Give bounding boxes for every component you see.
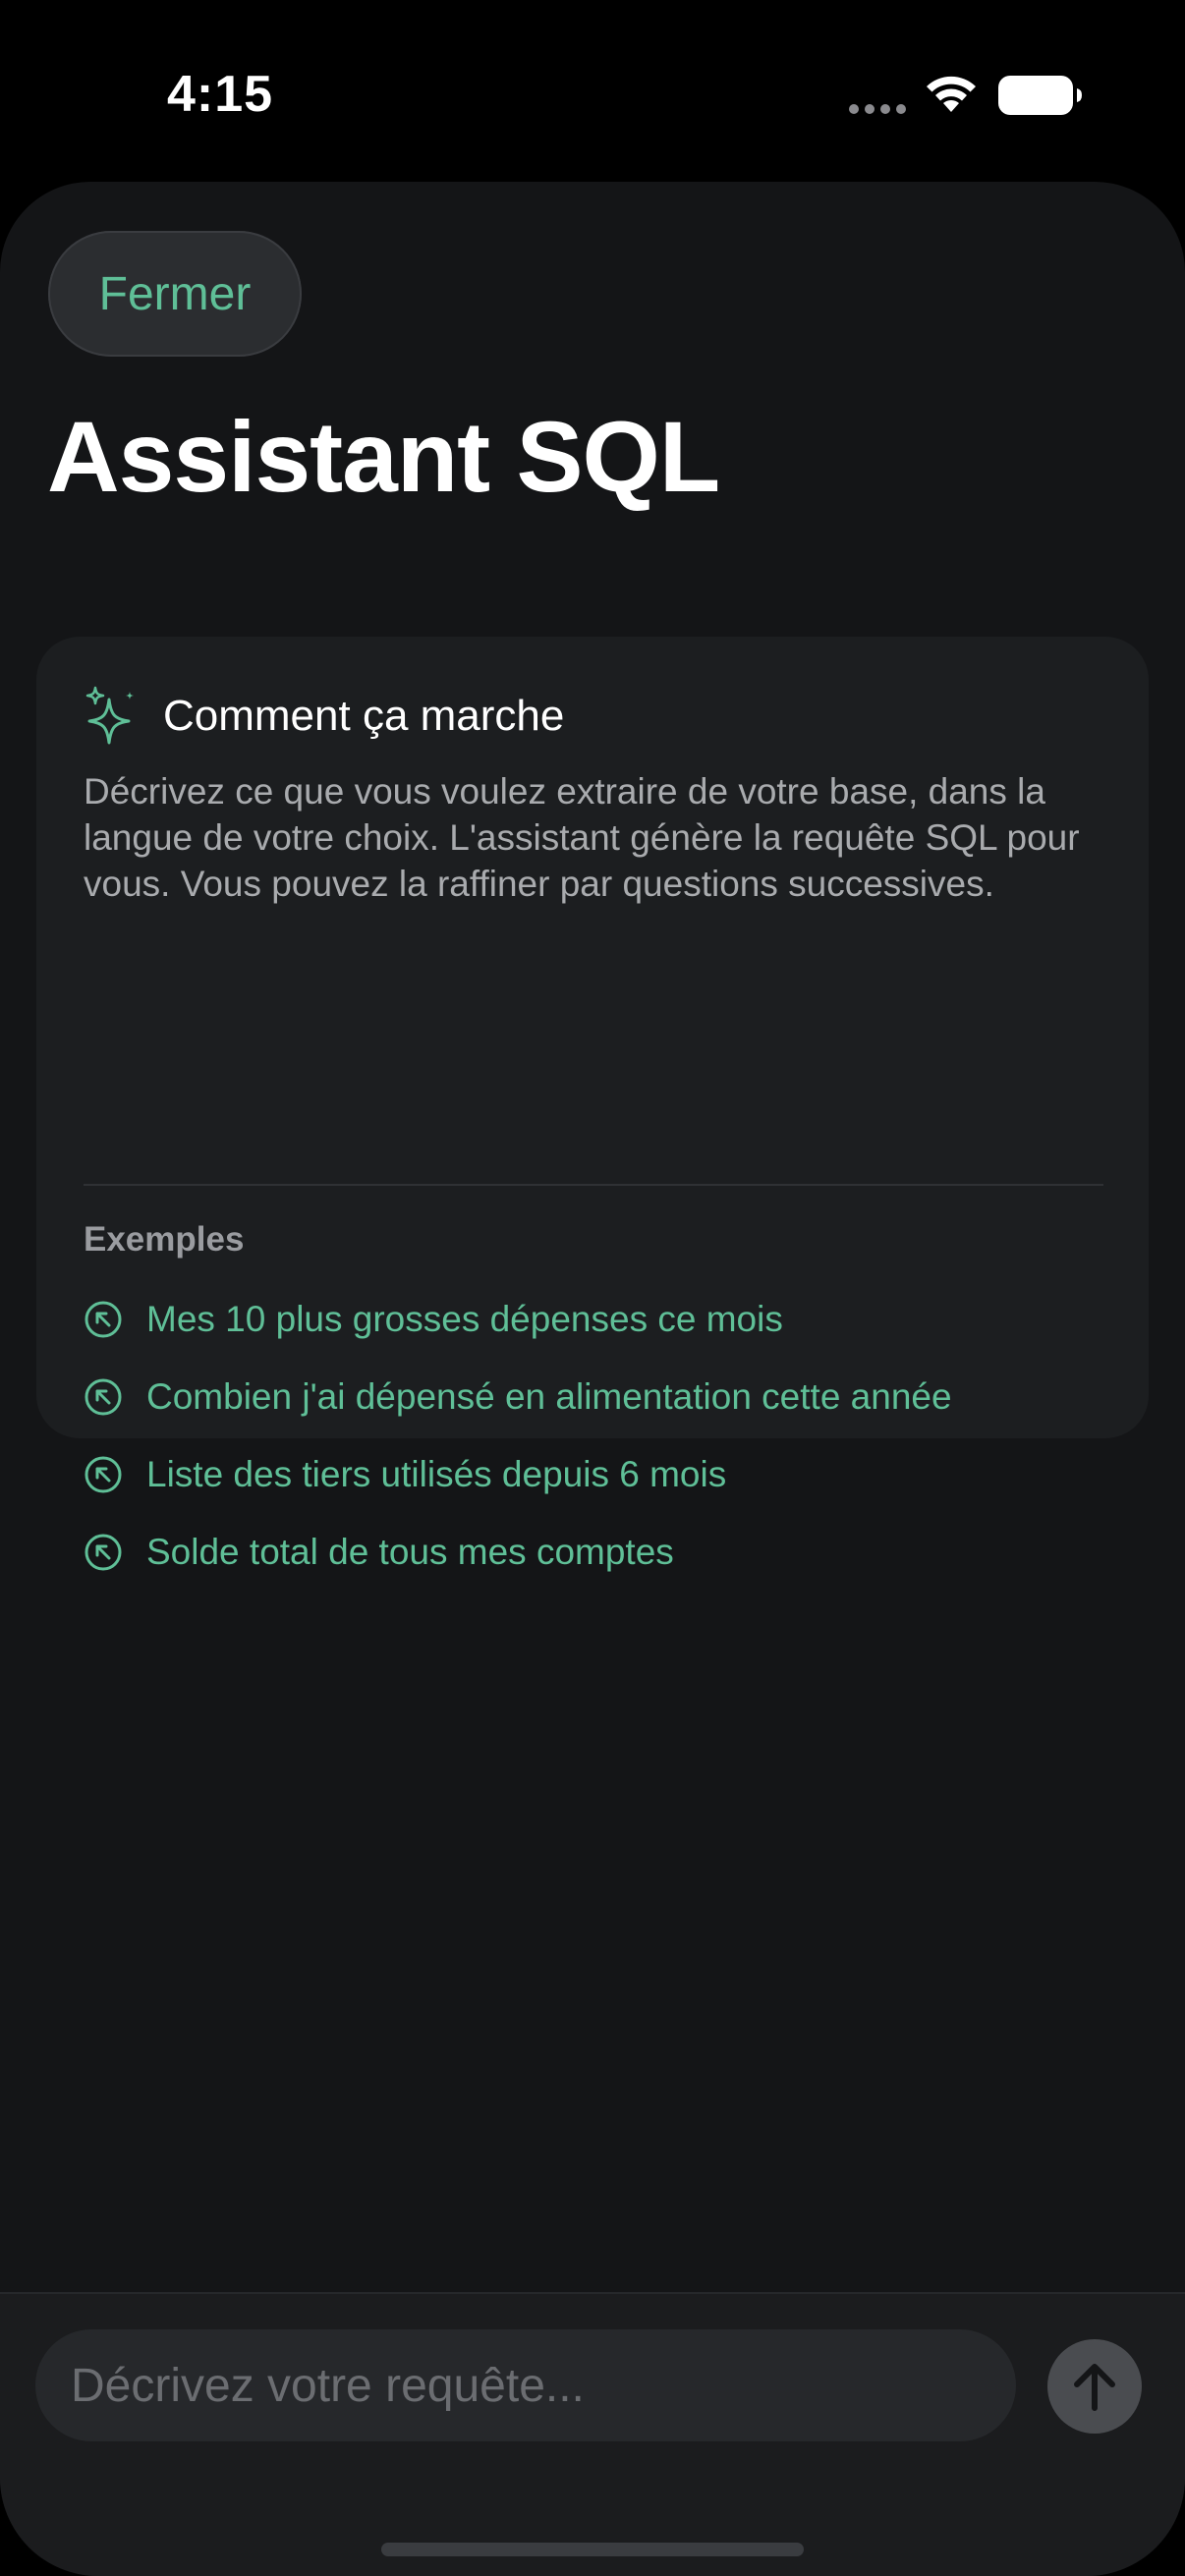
arrow-up-left-circle-icon	[85, 1378, 122, 1416]
example-item[interactable]: Liste des tiers utilisés depuis 6 mois	[84, 1445, 1115, 1504]
example-item[interactable]: Mes 10 plus grosses dépenses ce mois	[84, 1290, 1115, 1349]
example-label: Liste des tiers utilisés depuis 6 mois	[146, 1454, 727, 1494]
card-divider	[84, 1184, 1103, 1186]
how-it-works-card: Comment ça marche Décrivez ce que vous v…	[36, 637, 1149, 1572]
close-button[interactable]: Fermer	[48, 231, 302, 357]
example-label: Mes 10 plus grosses dépenses ce mois	[146, 1299, 783, 1339]
arrow-up-icon	[1074, 2364, 1115, 2411]
home-indicator	[381, 2543, 804, 2556]
battery-icon	[998, 76, 1082, 115]
example-label: Combien j'ai dépensé en alimentation cet…	[146, 1376, 952, 1417]
example-label: Solde total de tous mes comptes	[146, 1532, 674, 1572]
send-button[interactable]	[1047, 2339, 1142, 2434]
arrow-up-left-circle-icon	[85, 1301, 122, 1338]
card-description: Décrivez ce que vous voulez extraire de …	[84, 771, 1080, 904]
sparkle-icon	[85, 686, 134, 745]
query-input[interactable]	[35, 2329, 1016, 2441]
examples-label: Exemples	[84, 1220, 245, 1259]
status-bar: 4:15	[0, 0, 1185, 182]
composer-bar	[0, 2292, 1185, 2576]
example-item[interactable]: Solde total de tous mes comptes	[84, 1523, 1115, 1582]
sql-assistant-sheet: Fermer Assistant SQL Comment ça marche D…	[0, 182, 1185, 2576]
example-item[interactable]: Combien j'ai dépensé en alimentation cet…	[84, 1368, 1115, 1427]
signal-dots-icon	[849, 104, 906, 114]
arrow-up-left-circle-icon	[85, 1534, 122, 1571]
status-time: 4:15	[167, 66, 274, 123]
card-title: Comment ça marche	[163, 692, 565, 740]
page-title: Assistant SQL	[47, 401, 720, 513]
arrow-up-left-circle-icon	[85, 1456, 122, 1493]
wifi-icon	[927, 76, 976, 112]
